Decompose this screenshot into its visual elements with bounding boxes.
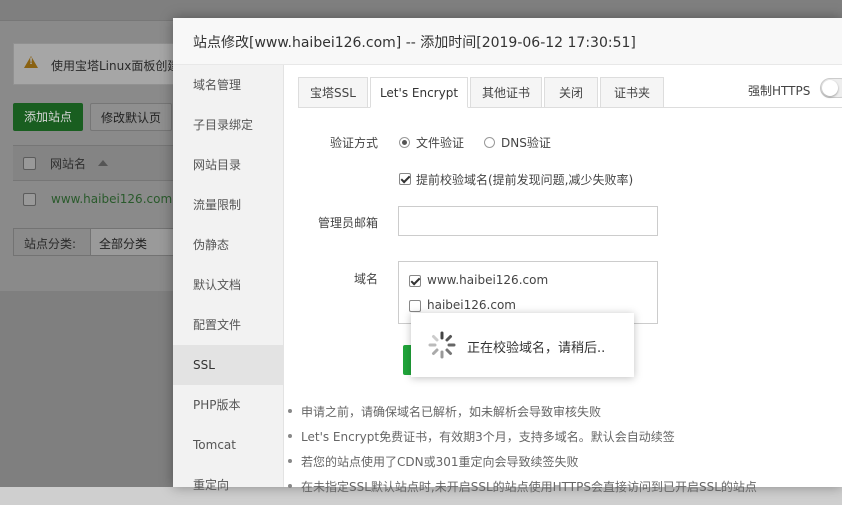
dialog-header: 站点修改[www.haibei126.com] -- 添加时间[2019-06-… xyxy=(173,18,842,65)
loading-dialog: 正在校验域名，请稍后.. xyxy=(411,313,634,377)
sidebar-item-domain-management[interactable]: 域名管理 xyxy=(173,65,283,105)
sidebar-item-traffic-limit[interactable]: 流量限制 xyxy=(173,185,283,225)
row-checkbox[interactable] xyxy=(23,193,36,206)
sidebar-item-subdirectory-binding[interactable]: 子目录绑定 xyxy=(173,105,283,145)
site-table-header: 网站名 xyxy=(13,145,173,181)
sidebar-item-redirect[interactable]: 重定向 xyxy=(173,465,283,505)
force-https-toggle[interactable] xyxy=(820,78,842,98)
sort-asc-icon[interactable] xyxy=(98,160,108,166)
modify-default-page-button[interactable]: 修改默认页 xyxy=(90,103,172,131)
tab-lets-encrypt[interactable]: Let's Encrypt xyxy=(370,77,468,108)
loading-message: 正在校验域名，请稍后.. xyxy=(467,341,606,356)
verify-file-radio[interactable] xyxy=(399,137,410,148)
site-category-value: 全部分类 xyxy=(99,237,148,251)
add-site-button[interactable]: 添加站点 xyxy=(13,103,83,131)
tab-bt-ssl[interactable]: 宝塔SSL xyxy=(298,77,368,108)
site-link[interactable]: www.haibei126.com xyxy=(51,192,172,206)
verify-dns-radio[interactable] xyxy=(484,137,495,148)
sidebar-item-ssl[interactable]: SSL xyxy=(173,345,283,385)
tip-item: 若您的站点使用了CDN或301重定向会导致续签失败 xyxy=(288,455,579,469)
sidebar-item-php-version[interactable]: PHP版本 xyxy=(173,385,283,425)
domain-checkbox-www[interactable] xyxy=(409,275,421,287)
sidebar-item-default-document[interactable]: 默认文档 xyxy=(173,265,283,305)
admin-email-label: 管理员邮箱 xyxy=(317,216,378,230)
tab-other-certificate[interactable]: 其他证书 xyxy=(470,77,542,108)
domain-www-label[interactable]: www.haibei126.com xyxy=(427,273,548,287)
sidebar-item-config-file[interactable]: 配置文件 xyxy=(173,305,283,345)
dialog-title: 站点修改[www.haibei126.com] -- 添加时间[2019-06-… xyxy=(193,35,636,51)
tab-certificate-folder[interactable]: 证书夹 xyxy=(600,77,664,108)
verify-file-label[interactable]: 文件验证 xyxy=(416,134,464,151)
dialog-sidebar: 域名管理 子目录绑定 网站目录 流量限制 伪静态 默认文档 配置文件 SSL P… xyxy=(173,65,284,492)
loading-spinner-icon xyxy=(428,331,456,359)
domain-label: 域名 xyxy=(353,272,378,286)
warning-text: 使用宝塔Linux面板创建 xyxy=(51,59,180,73)
warning-icon xyxy=(24,56,38,68)
select-all-checkbox[interactable] xyxy=(23,157,36,170)
warning-banner: 使用宝塔Linux面板创建 xyxy=(13,43,193,85)
tip-item: 申请之前，请确保域名已解析，如未解析会导致审核失败 xyxy=(287,405,602,419)
domain-root-label[interactable]: haibei126.com xyxy=(427,298,516,312)
sidebar-item-tomcat[interactable]: Tomcat xyxy=(173,425,283,465)
site-edit-dialog: 站点修改[www.haibei126.com] -- 添加时间[2019-06-… xyxy=(173,18,842,494)
table-row: www.haibei126.com xyxy=(13,180,173,220)
sidebar-item-rewrite[interactable]: 伪静态 xyxy=(173,225,283,265)
admin-email-input[interactable] xyxy=(398,206,658,236)
sidebar-item-site-directory[interactable]: 网站目录 xyxy=(173,145,283,185)
sitename-column-header[interactable]: 网站名 xyxy=(50,155,86,172)
precheck-domain-label[interactable]: 提前校验域名(提前发现问题,减少失败率) xyxy=(416,171,633,188)
domain-checkbox-root[interactable] xyxy=(409,300,421,312)
site-category-select[interactable]: 全部分类 xyxy=(90,229,175,255)
site-category-filter: 站点分类: 全部分类 xyxy=(13,228,175,256)
site-category-label: 站点分类: xyxy=(24,237,77,251)
tip-item: Let's Encrypt免费证书，有效期3个月，支持多域名。默认会自动续签 xyxy=(288,430,675,444)
verify-method-label: 验证方式 xyxy=(329,136,378,150)
tab-close[interactable]: 关闭 xyxy=(544,77,598,108)
force-https-label: 强制HTTPS xyxy=(748,84,811,98)
verify-dns-label[interactable]: DNS验证 xyxy=(501,134,551,151)
precheck-domain-checkbox[interactable] xyxy=(399,173,411,185)
